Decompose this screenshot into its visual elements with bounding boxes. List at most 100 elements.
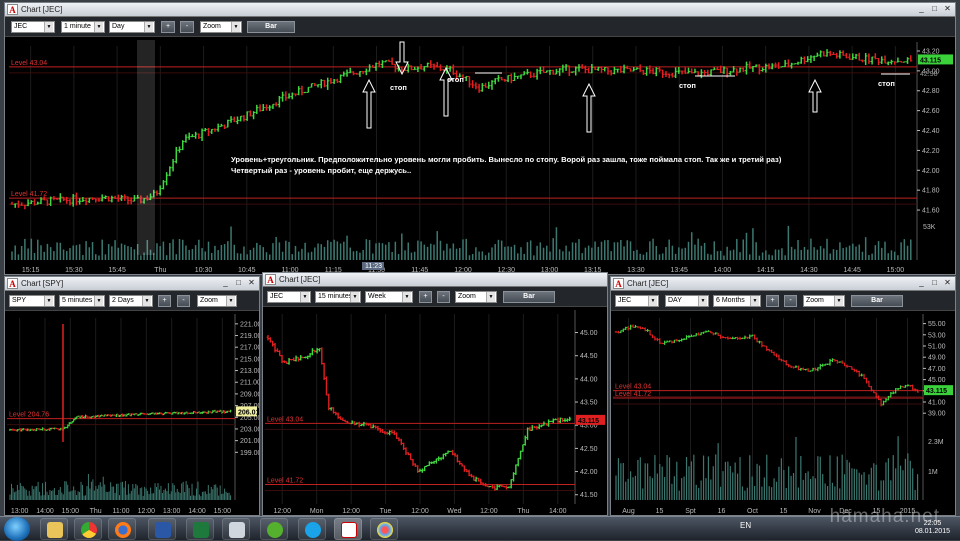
maximize-icon[interactable]: □: [233, 278, 244, 288]
zoom-in-button[interactable]: +: [158, 295, 171, 307]
x-tick-label: 15:00: [62, 508, 80, 515]
interval-select[interactable]: 15 minutes ▼: [315, 291, 361, 303]
close-icon[interactable]: ✕: [942, 4, 953, 14]
zoom-select[interactable]: Zoom ▼: [803, 295, 845, 307]
taskbar-firefox[interactable]: [108, 518, 136, 540]
period-select[interactable]: Day ▼: [109, 21, 155, 33]
chevron-down-icon[interactable]: ▼: [231, 22, 240, 32]
main-chart-title: Chart [JEC]: [21, 5, 63, 14]
period-select[interactable]: 6 Months ▼: [713, 295, 761, 307]
language-indicator[interactable]: EN: [740, 521, 751, 530]
bar-style-button[interactable]: Bar: [851, 295, 903, 307]
annotation-text-line2: Четвертый раз - уровень пробит, еще держ…: [231, 166, 411, 175]
chevron-down-icon[interactable]: ▼: [94, 296, 103, 306]
zoom-out-button[interactable]: -: [177, 295, 190, 307]
taskbar-terminal[interactable]: [334, 518, 362, 540]
spy-chart-title: Chart [SPY]: [21, 279, 64, 288]
taskbar-save[interactable]: [148, 518, 176, 540]
interval-select[interactable]: DAY ▼: [665, 295, 709, 307]
cursor-highlight: [137, 40, 155, 255]
spy-chart-titlebar[interactable]: A Chart [SPY] _ □ ✕: [5, 277, 259, 291]
main-chart-titlebar[interactable]: A Chart [JEC] _ □ ✕: [5, 3, 955, 17]
x-tick-label: 13:45: [670, 267, 688, 274]
jec-day-price-chart[interactable]: Aug 15 Spt 16 Oct 15 Nov Dec 15 201555.0053.0051.…: [611, 312, 955, 516]
x-tick-label: 15: [656, 508, 664, 515]
close-icon[interactable]: ✕: [246, 278, 257, 288]
period-select[interactable]: 2 Days ▼: [109, 295, 153, 307]
taskbar-excel[interactable]: [186, 518, 214, 540]
minimize-icon[interactable]: _: [220, 278, 231, 288]
chevron-down-icon[interactable]: ▼: [350, 292, 359, 302]
zoom-select[interactable]: Zoom ▼: [200, 21, 242, 33]
chevron-down-icon[interactable]: ▼: [44, 296, 53, 306]
stop-label-4: стоп: [878, 79, 895, 88]
x-tick-label: Thu: [517, 508, 529, 515]
taskbar-paint[interactable]: [370, 518, 398, 540]
chevron-down-icon[interactable]: ▼: [44, 22, 53, 32]
interval-select-value: 1 minute: [64, 23, 91, 30]
y-tick-label: 42.60: [922, 108, 940, 115]
main-price-chart[interactable]: 15:15 15:30 15:45 Thu 10:30 10:45 11:00 11:15 11…: [5, 38, 955, 275]
zoom-out-button[interactable]: -: [784, 295, 797, 307]
zoom-select[interactable]: Zoom ▼: [197, 295, 237, 307]
x-tick-label: 14:00: [36, 508, 54, 515]
spy-price-chart[interactable]: 13:00 14:00 15:00 Thu 11:00 12:00 13:00 14:00 15…: [5, 312, 259, 516]
zoom-in-button[interactable]: +: [161, 21, 175, 33]
minimize-icon[interactable]: _: [916, 4, 927, 14]
symbol-select-value: JEC: [618, 297, 632, 304]
jec-15min-chart-toolbar: JEC ▼ 15 minutes ▼ Week ▼ + - Zoom ▼ Bar: [263, 287, 607, 307]
zoom-select[interactable]: Zoom ▼: [455, 291, 497, 303]
x-tick-label: 15:15: [22, 267, 40, 274]
y-tick-label: 45.00: [580, 330, 598, 337]
chevron-down-icon[interactable]: ▼: [144, 22, 153, 32]
x-tick-label: 16: [718, 508, 726, 515]
zoom-out-button[interactable]: -: [437, 291, 450, 303]
symbol-select[interactable]: JEC ▼: [615, 295, 659, 307]
zoom-in-button[interactable]: +: [419, 291, 432, 303]
taskbar-explorer[interactable]: [40, 518, 68, 540]
taskbar-utorrent[interactable]: [260, 518, 288, 540]
maximize-icon[interactable]: □: [929, 4, 940, 14]
close-icon[interactable]: ✕: [942, 278, 953, 288]
reference-price: 42.98: [920, 71, 938, 78]
symbol-select[interactable]: JEC ▼: [11, 21, 55, 33]
chevron-down-icon[interactable]: ▼: [698, 296, 707, 306]
bar-style-button[interactable]: Bar: [503, 291, 555, 303]
chevron-down-icon[interactable]: ▼: [226, 296, 235, 306]
main-chart-window: A Chart [JEC] _ □ ✕ JEC ▼ 1 minute ▼ Day ▼ …: [4, 2, 956, 275]
chevron-down-icon[interactable]: ▼: [402, 292, 411, 302]
interval-select[interactable]: 1 minute ▼: [61, 21, 105, 33]
jec-day-chart-titlebar[interactable]: A Chart [JEC] _ □ ✕: [611, 277, 955, 291]
period-select-value: 6 Months: [716, 297, 745, 304]
interval-select[interactable]: 5 minutes ▼: [59, 295, 105, 307]
period-select[interactable]: Week ▼: [365, 291, 413, 303]
maximize-icon[interactable]: □: [929, 278, 940, 288]
zoom-in-button[interactable]: +: [766, 295, 779, 307]
zoom-select-value: Zoom: [203, 23, 221, 30]
level-label: Level 43.04: [267, 416, 303, 423]
symbol-select[interactable]: JEC ▼: [267, 291, 311, 303]
taskbar-skype[interactable]: [298, 518, 326, 540]
chevron-down-icon[interactable]: ▼: [834, 296, 843, 306]
chevron-down-icon[interactable]: ▼: [94, 22, 103, 32]
x-tick-label: 10:30: [195, 267, 213, 274]
start-button[interactable]: [4, 517, 30, 541]
spy-chart-window: A Chart [SPY] _ □ ✕ SPY ▼ 5 minutes ▼ 2 Da…: [4, 276, 260, 516]
chevron-down-icon[interactable]: ▼: [486, 292, 495, 302]
spy-chart-toolbar: SPY ▼ 5 minutes ▼ 2 Days ▼ + - Zoom ▼: [5, 291, 259, 311]
chevron-down-icon[interactable]: ▼: [750, 296, 759, 306]
taskbar-notepad[interactable]: [222, 518, 250, 540]
chevron-down-icon[interactable]: ▼: [648, 296, 657, 306]
zoom-out-button[interactable]: -: [180, 21, 194, 33]
clock-date: 08.01.2015: [914, 528, 950, 535]
bar-style-button[interactable]: Bar: [247, 21, 295, 33]
symbol-select[interactable]: SPY ▼: [9, 295, 55, 307]
y-tick-label: 203.00: [240, 426, 259, 433]
jec-15min-price-chart[interactable]: 12:00 Mon 12:00 Tue 12:00 Wed 12:00 Thu 14:00 45.…: [263, 308, 607, 516]
taskbar-chrome[interactable]: [74, 518, 102, 540]
chevron-down-icon[interactable]: ▼: [142, 296, 151, 306]
jec-15min-chart-titlebar[interactable]: A Chart [JEC]: [263, 273, 607, 287]
y-tick-label: 44.00: [580, 376, 598, 383]
chevron-down-icon[interactable]: ▼: [300, 292, 309, 302]
minimize-icon[interactable]: _: [916, 278, 927, 288]
